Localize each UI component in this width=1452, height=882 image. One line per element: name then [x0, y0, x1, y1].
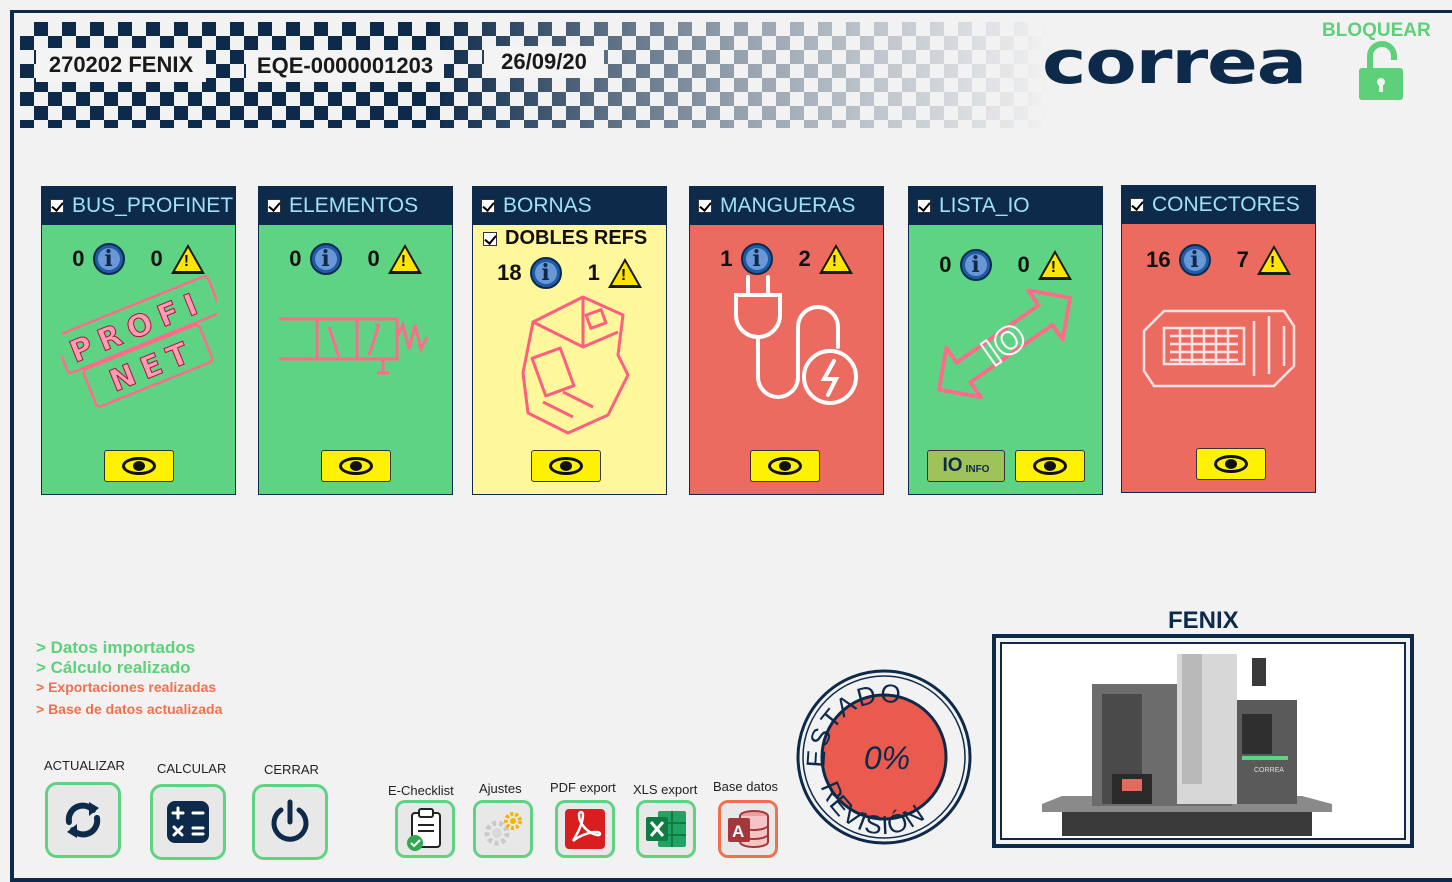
close-button[interactable] — [252, 784, 328, 860]
warning-icon[interactable] — [607, 258, 642, 288]
dobles-refs-label: DOBLES REFS — [505, 227, 648, 249]
checklist-button[interactable] — [395, 800, 455, 858]
gears-icon — [484, 812, 522, 846]
card-header: CONECTORES — [1122, 186, 1315, 224]
io-info-sublabel: INFO — [965, 463, 990, 475]
eye-icon — [1033, 457, 1067, 475]
svg-text:A: A — [732, 822, 744, 841]
view-button[interactable] — [750, 450, 820, 482]
close-label: CERRAR — [264, 762, 319, 777]
card-lista-io[interactable]: LISTA_IO 0i 0 IO IO INFO — [908, 186, 1103, 495]
card-checkbox[interactable] — [481, 199, 495, 213]
correa-logo: correa — [1042, 28, 1307, 98]
card-title: ELEMENTOS — [289, 194, 419, 217]
card-checkbox[interactable] — [267, 199, 281, 213]
card-header: BUS_PROFINET — [42, 187, 235, 225]
card-checkbox[interactable] — [917, 199, 931, 213]
settings-label: Ajustes — [479, 781, 522, 796]
excel-icon — [646, 811, 686, 847]
review-status-stamp: ESTADO REVISIÓN 0% — [796, 669, 972, 845]
card-bus-profinet[interactable]: BUS_PROFINET 0i 0 PROFI NET — [41, 186, 236, 495]
card-checkbox[interactable] — [698, 199, 712, 213]
db-label: Base datos — [713, 779, 779, 794]
machine-image-area: CORREA — [1000, 642, 1406, 840]
database-button[interactable]: A — [718, 800, 778, 858]
power-cable-icon — [734, 275, 858, 405]
dobles-refs-option[interactable]: DOBLES REFS — [483, 227, 647, 250]
card-checkbox[interactable] — [50, 199, 64, 213]
card-header: BORNAS — [473, 187, 666, 225]
calculator-icon — [167, 801, 209, 843]
view-button[interactable] — [104, 450, 174, 482]
update-button[interactable] — [45, 782, 121, 858]
access-db-icon: A — [728, 810, 769, 848]
view-button[interactable] — [321, 450, 391, 482]
io-info-button[interactable]: IO INFO — [927, 450, 1005, 482]
view-button[interactable] — [1196, 448, 1266, 480]
card-header: MANGUERAS — [690, 187, 883, 225]
calculate-button[interactable] — [150, 784, 226, 860]
checklist-label: E-Checklist — [388, 783, 454, 798]
status-calculated: > Cálculo realizado — [36, 658, 191, 677]
eye-icon — [1214, 455, 1248, 473]
info-count: 18 — [497, 260, 522, 285]
profinet-icon: PROFI NET — [62, 275, 217, 408]
order-label: 270202 FENIX — [36, 48, 206, 82]
review-percent: 0% — [864, 740, 910, 776]
view-button[interactable] — [531, 450, 601, 482]
card-counts: 18 i 1 — [473, 257, 666, 289]
warning-count: 1 — [587, 260, 600, 285]
status-db-updated: > Base de datos actualizada — [36, 701, 223, 717]
view-button[interactable] — [1015, 450, 1085, 482]
card-elementos[interactable]: ELEMENTOS 0i 0 — [258, 186, 453, 495]
svg-text:IO: IO — [975, 316, 1035, 375]
card-checkbox[interactable] — [1130, 198, 1144, 212]
bottom-border — [10, 878, 1452, 882]
card-mangueras[interactable]: MANGUERAS 1i 2 — [689, 186, 884, 495]
xls-export-button[interactable] — [636, 800, 696, 858]
valve-icon — [279, 317, 429, 375]
card-header: LISTA_IO — [909, 187, 1102, 225]
machine-preview[interactable]: CORREA — [992, 634, 1414, 848]
connector-icon — [1142, 309, 1296, 388]
card-conectores[interactable]: CONECTORES 16 i 7 — [1121, 185, 1316, 493]
xls-label: XLS export — [633, 782, 698, 797]
equipment-label: EQE-0000001203 — [246, 50, 444, 82]
eye-icon — [339, 457, 373, 475]
milling-machine-image: CORREA — [1042, 654, 1332, 836]
eye-icon — [768, 457, 802, 475]
pdf-export-button[interactable] — [555, 800, 615, 858]
eye-icon — [122, 457, 156, 475]
lock-label[interactable]: BLOQUEAR — [1322, 20, 1431, 42]
calculate-label: CALCULAR — [157, 761, 227, 776]
card-title: MANGUERAS — [720, 194, 856, 217]
machine-brand: CORREA — [1254, 767, 1284, 774]
card-title: LISTA_IO — [939, 194, 1030, 217]
clipboard-check-icon — [407, 808, 441, 851]
info-icon[interactable]: i — [529, 257, 562, 289]
card-bornas[interactable]: BORNAS DOBLES REFS 18 i 1 — [472, 186, 667, 495]
terminal-block-icon — [521, 295, 630, 435]
settings-button[interactable] — [473, 800, 533, 858]
power-icon — [271, 799, 309, 842]
date-label: 26/09/20 — [484, 46, 604, 78]
refresh-icon — [65, 802, 101, 838]
status-exported: > Exportaciones realizadas — [36, 679, 217, 695]
eye-icon — [549, 457, 583, 475]
card-header: ELEMENTOS — [259, 187, 452, 225]
card-title: BUS_PROFINET — [72, 194, 234, 217]
pdf-label: PDF export — [550, 780, 616, 795]
unlock-icon[interactable] — [1356, 40, 1406, 102]
machine-title: FENIX — [1168, 607, 1239, 634]
card-title: BORNAS — [503, 194, 592, 217]
io-info-label: IO — [942, 455, 963, 476]
status-imported: > Datos importados — [36, 638, 196, 657]
io-arrow-icon: IO — [937, 288, 1073, 399]
card-title: CONECTORES — [1152, 193, 1300, 216]
dobles-refs-checkbox[interactable] — [483, 231, 497, 246]
pdf-icon — [565, 809, 605, 849]
update-label: ACTUALIZAR — [44, 758, 125, 773]
